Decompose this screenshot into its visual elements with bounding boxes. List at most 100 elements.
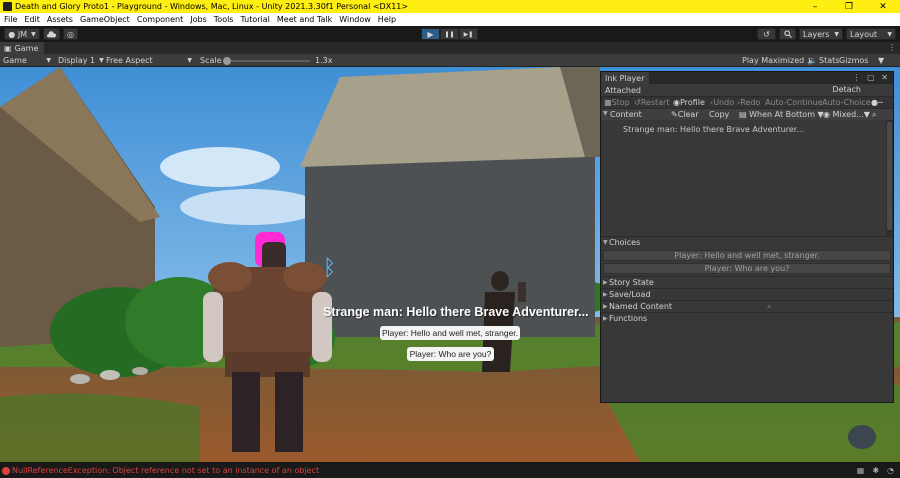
- search-button[interactable]: [779, 28, 796, 40]
- ink-choice-1[interactable]: Player: Hello and well met, stranger.: [603, 250, 891, 261]
- menu-jobs[interactable]: Jobs: [190, 15, 207, 24]
- mute-audio-icon[interactable]: 🔈: [807, 55, 817, 66]
- layers-dropdown[interactable]: Layers ▼: [799, 28, 843, 40]
- profile-icon: ◉: [673, 98, 680, 107]
- triangle-right-icon: ▶: [603, 279, 608, 286]
- dialogue-choice-2[interactable]: Player: Who are you?: [407, 347, 494, 361]
- clear-label: Clear: [677, 110, 699, 119]
- rock: [100, 370, 120, 380]
- layout-dropdown[interactable]: Layout ▼: [846, 28, 896, 40]
- named-content-label: Named Content: [609, 302, 673, 311]
- menu-help[interactable]: Help: [378, 15, 396, 24]
- account-dropdown[interactable]: ● JM ▼: [4, 28, 40, 40]
- console-error-message[interactable]: NullReferenceException: Object reference…: [12, 466, 319, 475]
- search-icon[interactable]: ⌕: [872, 110, 876, 120]
- menu-window[interactable]: Window: [339, 15, 371, 24]
- restart-button[interactable]: ↺Restart: [634, 98, 669, 107]
- speed-slider-icon[interactable]: ●─: [871, 98, 883, 107]
- story-state-label: Story State: [609, 278, 654, 287]
- scale-slider[interactable]: [226, 60, 310, 62]
- scale-slider-handle[interactable]: [223, 57, 231, 65]
- redo-label: Redo: [740, 98, 761, 107]
- cloud-icon: [47, 30, 56, 37]
- auto-continue-toggle[interactable]: Auto-Continue: [765, 98, 823, 107]
- gizmos-dropdown-icon[interactable]: ▼: [878, 55, 884, 66]
- clear-button[interactable]: ✎Clear: [671, 110, 699, 119]
- stats-toggle[interactable]: Stats: [819, 55, 839, 66]
- window-controls: – ❐ ✕: [798, 0, 900, 13]
- lantern: [518, 282, 526, 302]
- undo-history-button[interactable]: ↺: [757, 28, 776, 40]
- menu-tutorial[interactable]: Tutorial: [240, 15, 269, 24]
- scale-value: 1.3x: [315, 56, 333, 65]
- menu-bar: File Edit Assets GameObject Component Jo…: [0, 13, 900, 26]
- game-tab-bar: ▣ Game ⋮: [0, 42, 900, 54]
- menu-gameobject[interactable]: GameObject: [80, 15, 130, 24]
- tab-ink-player[interactable]: Ink Player: [601, 72, 649, 84]
- view-dropdown[interactable]: Game ▼: [3, 55, 51, 66]
- menu-component[interactable]: Component: [137, 15, 183, 24]
- status-bar: NullReferenceException: Object reference…: [0, 462, 900, 478]
- tab-game[interactable]: ▣ Game: [0, 42, 45, 54]
- eye-icon: ◉: [823, 110, 833, 119]
- play-mode-dropdown[interactable]: Play Maximized ▼: [742, 55, 813, 66]
- auto-choice-toggle[interactable]: Auto-Choice: [822, 98, 871, 107]
- play-button[interactable]: ▶: [421, 28, 440, 40]
- chevron-down-icon: ▼: [887, 30, 892, 38]
- step-button[interactable]: ▶❚: [459, 28, 478, 40]
- choices-section[interactable]: ▼ Choices: [601, 236, 893, 248]
- stop-button[interactable]: ■Stop: [604, 98, 630, 107]
- maximize-button[interactable]: ❐: [832, 0, 866, 13]
- scroll-position-dropdown[interactable]: ▤ When At Bottom ▼: [739, 110, 824, 119]
- playback-controls: ■Stop ↺Restart ◉Profile ‹Undo ›Redo Auto…: [601, 96, 893, 108]
- functions-section[interactable]: ▶ Functions: [601, 312, 893, 324]
- chevron-down-icon: ▼: [834, 30, 839, 38]
- profile-button[interactable]: ◉Profile: [673, 98, 705, 107]
- search-icon[interactable]: ⌕: [767, 302, 771, 312]
- menu-meet-and-talk[interactable]: Meet and Talk: [277, 15, 332, 24]
- named-content-section[interactable]: ▶ Named Content ⌕: [601, 300, 893, 312]
- menu-assets[interactable]: Assets: [47, 15, 73, 24]
- cache-icon[interactable]: ▦: [857, 466, 865, 475]
- detach-button[interactable]: Detach: [832, 85, 861, 94]
- undo-button[interactable]: ‹Undo: [710, 98, 734, 107]
- game-view-toolbar: Game ▼ Display 1 ▼ Free Aspect ▼ Scale 1…: [0, 54, 900, 67]
- redo-button[interactable]: ›Redo: [737, 98, 760, 107]
- rune-marker-icon: ᛒ: [323, 256, 336, 281]
- window-title: Death and Glory Proto1 - Playground - Wi…: [15, 2, 409, 11]
- more-options-icon[interactable]: ⋮: [888, 43, 896, 52]
- triangle-right-icon: ▶: [603, 303, 608, 310]
- menu-tools[interactable]: Tools: [214, 15, 234, 24]
- chevron-down-icon: ▼: [46, 57, 51, 64]
- menu-file[interactable]: File: [4, 15, 17, 24]
- window-menu-icons[interactable]: ⋮ ▢ ✕: [853, 73, 890, 82]
- chevron-down-icon: ▼: [31, 30, 36, 38]
- content-scrollbar[interactable]: [886, 120, 893, 236]
- triangle-right-icon: ▶: [603, 315, 608, 322]
- aspect-dropdown[interactable]: Free Aspect ▼: [106, 55, 192, 66]
- display-dropdown[interactable]: Display 1 ▼: [58, 55, 104, 66]
- copy-button[interactable]: Copy: [709, 110, 729, 119]
- debug-icon[interactable]: ✱: [872, 466, 879, 475]
- filter-dropdown[interactable]: ◉ Mixed...▼: [823, 110, 870, 119]
- save-load-section[interactable]: ▶ Save/Load: [601, 288, 893, 300]
- pause-button[interactable]: ❚❚: [440, 28, 459, 40]
- chevron-down-icon: ▼: [187, 57, 192, 64]
- progress-icon[interactable]: ◔: [887, 466, 894, 475]
- content-line: Strange man: Hello there Brave Adventure…: [623, 125, 804, 134]
- minimize-button[interactable]: –: [798, 0, 832, 13]
- scrollbar-thumb[interactable]: [887, 122, 892, 230]
- ink-choice-2[interactable]: Player: Who are you?: [603, 263, 891, 274]
- filter-label: Mixed...: [832, 110, 864, 119]
- cloud-button[interactable]: [43, 28, 60, 40]
- collab-button[interactable]: ◎: [63, 28, 78, 40]
- close-button[interactable]: ✕: [866, 0, 900, 13]
- dialogue-choice-1[interactable]: Player: Hello and well met, stranger.: [380, 326, 520, 340]
- menu-edit[interactable]: Edit: [24, 15, 40, 24]
- title-bar: Death and Glory Proto1 - Playground - Wi…: [0, 0, 900, 13]
- story-state-section[interactable]: ▶ Story State: [601, 276, 893, 288]
- play-icon: ▶: [427, 29, 434, 39]
- gizmos-toggle[interactable]: Gizmos: [839, 55, 868, 66]
- ink-player-window: Ink Player ⋮ ▢ ✕ Attached Detach ■Stop ↺…: [600, 71, 894, 403]
- attached-label: Attached: [605, 85, 641, 95]
